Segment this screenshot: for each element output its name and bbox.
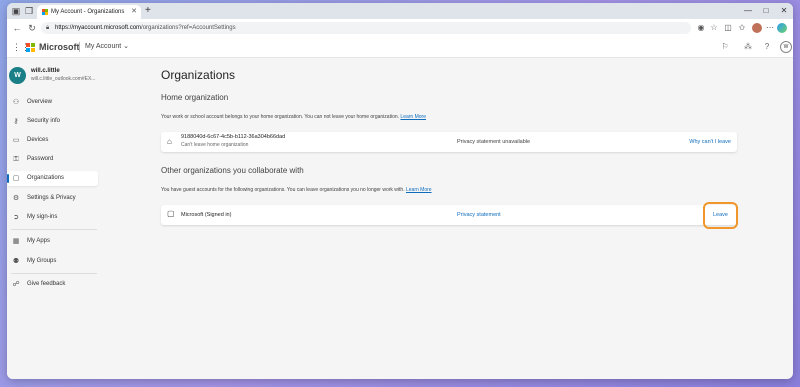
workspaces-icon[interactable]: ▣	[11, 6, 21, 16]
privacy-statement-link[interactable]: Privacy statement	[457, 212, 501, 218]
sidebar-item-security-info[interactable]: ⚷ Security info	[7, 114, 98, 129]
address-bar[interactable]: 🔒︎ https://myaccount.microsoft.com/organ…	[41, 22, 691, 34]
microsoft-logo-icon	[26, 43, 35, 52]
other-learn-more-link[interactable]: Learn More	[406, 187, 432, 193]
profile-avatar[interactable]	[752, 23, 762, 33]
sidebar-item-label: Devices	[27, 137, 49, 143]
groups-icon: ⚉	[12, 258, 20, 265]
key-person-icon: ⚷	[13, 118, 19, 125]
sidebar-item-devices[interactable]: ▭ Devices	[7, 133, 98, 148]
my-account-menu[interactable]: My Account ⌄	[85, 41, 129, 53]
sidebar-item-label: My sign-ins	[27, 214, 58, 220]
favorites-icon[interactable]: ✩	[736, 22, 748, 34]
why-cant-i-leave-link[interactable]: Why can't I leave	[689, 139, 731, 145]
sidebar-item-settings-privacy[interactable]: ⚙ Settings & Privacy	[7, 191, 98, 206]
sidebar-item-label: Organizations	[27, 175, 65, 181]
sidebar-item-label: Settings & Privacy	[27, 195, 76, 201]
other-description-text: You have guest accounts for the followin…	[161, 187, 405, 193]
sidebar: W will.c.little will.c.little_outlook.co…	[7, 58, 102, 379]
leave-button[interactable]: Leave	[705, 204, 736, 227]
copilot-icon[interactable]	[777, 23, 787, 33]
tab-actions-icon[interactable]: ❐	[24, 6, 34, 16]
feedback-icon: ☍	[12, 281, 20, 288]
browser-tab[interactable]: My Account - Organizations ✕	[37, 5, 141, 19]
chevron-down-icon: ⌄	[123, 43, 130, 50]
header-divider	[79, 42, 80, 52]
browser-window: ▣ ❐ My Account - Organizations ✕ + — □ ✕…	[7, 3, 793, 379]
page-title: Organizations	[161, 68, 236, 82]
favorite-star-icon[interactable]: ☆	[708, 22, 720, 34]
user-email: will.c.little_outlook.com#EX...	[31, 76, 96, 82]
home-learn-more-link[interactable]: Learn More	[400, 114, 426, 120]
sidebar-item-my-groups[interactable]: ⚉ My Groups	[7, 254, 98, 269]
user-name: will.c.little	[31, 68, 60, 74]
home-organization-description: Your work or school account belongs to y…	[161, 114, 426, 120]
org-chart-icon[interactable]: ⁂	[742, 41, 754, 53]
lock-icon: 🔒︎	[46, 25, 50, 31]
briefcase-icon: ▢	[167, 209, 175, 218]
sidebar-item-my-sign-ins[interactable]: ➲ My sign-ins	[7, 210, 98, 225]
microsoft-favicon-icon	[42, 9, 48, 15]
minimize-button[interactable]: —	[741, 4, 755, 18]
home-description-text: Your work or school account belongs to y…	[161, 114, 400, 120]
tab-strip: ▣ ❐ My Account - Organizations ✕ + — □ ✕	[7, 3, 793, 19]
other-organizations-heading: Other organizations you collaborate with	[161, 166, 304, 175]
key-icon: ⚿	[13, 156, 19, 163]
app-header: ⋮⋮ Microsoft My Account ⌄ ⚐ ⁂ ? W	[7, 37, 793, 58]
sidebar-item-label: Password	[27, 156, 54, 162]
apps-icon: ▦	[12, 238, 20, 245]
home-org-note: Can't leave home organization	[181, 142, 249, 148]
feedback-flag-icon[interactable]: ⚐	[719, 41, 731, 53]
more-icon[interactable]: ⋯	[764, 22, 776, 34]
brand-name: Microsoft	[39, 42, 80, 52]
maximize-button[interactable]: □	[759, 4, 773, 18]
sidebar-item-password[interactable]: ⚿ Password	[7, 152, 98, 167]
url-text: https://myaccount.microsoft.com/organiza…	[55, 22, 236, 34]
sidebar-divider	[11, 229, 97, 230]
header-avatar[interactable]: W	[780, 41, 792, 53]
home-privacy-statement: Privacy statement unavailable	[457, 139, 531, 145]
sidebar-item-label: Security info	[27, 118, 61, 124]
signin-icon: ➲	[13, 214, 19, 221]
leave-highlight: Leave	[703, 202, 738, 229]
home-organization-heading: Home organization	[161, 93, 229, 102]
help-icon[interactable]: ?	[761, 41, 773, 53]
person-icon: ⚇	[12, 99, 20, 106]
sidebar-item-my-apps[interactable]: ▦ My Apps	[7, 234, 98, 249]
url-path: /organizations?ref=AccountSettings	[141, 25, 236, 31]
sidebar-divider	[11, 273, 97, 274]
split-screen-icon[interactable]: ◫	[722, 22, 734, 34]
sidebar-item-give-feedback[interactable]: ☍ Give feedback	[7, 277, 98, 292]
other-organizations-description: You have guest accounts for the followin…	[161, 187, 432, 193]
user-avatar: W	[9, 67, 26, 84]
navigation-bar: ← ↻ 🔒︎ https://myaccount.microsoft.com/o…	[7, 19, 793, 38]
back-icon[interactable]: ←	[11, 22, 23, 34]
microsoft-organization-card: ▢ Microsoft (Signed in) Privacy statemen…	[161, 205, 737, 225]
gear-icon: ⚙	[12, 195, 20, 202]
home-org-id: 9188040d-6c67-4c5b-b112-36a304b66dad	[181, 134, 286, 140]
home-organization-card: ⌂ 9188040d-6c67-4c5b-b112-36a304b66dad C…	[161, 132, 737, 152]
sidebar-item-label: Give feedback	[27, 281, 66, 287]
new-tab-button[interactable]: +	[145, 5, 151, 17]
sidebar-item-label: My Apps	[27, 238, 51, 244]
tab-title: My Account - Organizations	[51, 9, 125, 15]
sidebar-item-overview[interactable]: ⚇ Overview	[7, 95, 98, 110]
close-tab-icon[interactable]: ✕	[131, 5, 137, 19]
my-account-label: My Account	[85, 43, 122, 50]
url-host: https://myaccount.microsoft.com	[55, 25, 142, 31]
eye-icon[interactable]: ◉	[695, 22, 707, 34]
laptop-icon: ▭	[12, 137, 20, 144]
briefcase-icon: ▢	[12, 175, 20, 182]
home-icon: ⌂	[167, 137, 172, 146]
sidebar-item-label: Overview	[27, 99, 53, 105]
close-window-button[interactable]: ✕	[777, 4, 791, 18]
sidebar-item-organizations[interactable]: ▢ Organizations	[7, 171, 98, 186]
sidebar-item-label: My Groups	[27, 258, 57, 264]
refresh-icon[interactable]: ↻	[26, 22, 38, 34]
org-name: Microsoft (Signed in)	[181, 212, 232, 218]
